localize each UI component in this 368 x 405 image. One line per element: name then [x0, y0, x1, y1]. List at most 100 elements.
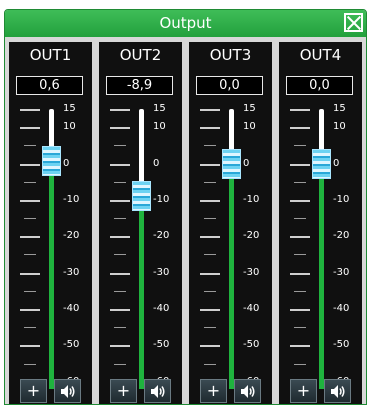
scale-label: 10: [63, 121, 76, 133]
scale-tick: [294, 254, 306, 256]
output-window: Output OUT10,615100-10-20-30-40-50-60+OU…: [4, 9, 367, 405]
scale-tick: [110, 109, 130, 111]
scale-label: -10: [243, 193, 260, 205]
fader-level-fill: [319, 163, 324, 389]
scale-tick: [114, 218, 126, 220]
plus-icon: +: [26, 381, 41, 400]
fader-level-fill: [139, 195, 144, 389]
plus-button[interactable]: +: [200, 379, 227, 403]
scale-tick: [290, 309, 310, 311]
scale-tick: [290, 163, 310, 166]
scale-label: -30: [153, 266, 170, 278]
scale-tick: [24, 218, 36, 220]
gain-value-field[interactable]: 0,0: [286, 76, 353, 95]
scale-tick: [20, 199, 40, 202]
scale-label: -40: [63, 303, 80, 314]
channel-strip-4: OUT40,015100-10-20-30-40-50-60+: [279, 42, 362, 404]
speaker-icon: [151, 385, 165, 398]
scale-label: 15: [333, 103, 346, 114]
scale-tick: [20, 309, 40, 311]
scale-tick: [294, 327, 306, 329]
scale-tick: [200, 236, 220, 239]
scale-tick: [204, 145, 216, 147]
scale-tick: [20, 127, 40, 130]
scale-label: -50: [243, 339, 260, 351]
scale-tick: [294, 290, 306, 292]
scale-label: -30: [243, 266, 260, 278]
scale-tick: [24, 327, 36, 329]
scale-tick: [290, 272, 310, 275]
scale-label: 15: [243, 103, 256, 114]
scale-label: -40: [333, 303, 350, 314]
scale-label: -20: [63, 230, 80, 242]
mute-button[interactable]: [54, 379, 81, 403]
scale-label: 10: [153, 121, 166, 133]
scale-tick: [20, 345, 40, 348]
scale-label: -20: [243, 230, 260, 242]
fader-thumb[interactable]: [42, 146, 61, 177]
scale-tick: [110, 199, 130, 202]
close-icon[interactable]: [344, 13, 363, 32]
fader-thumb[interactable]: [132, 180, 151, 211]
scale-tick: [290, 236, 310, 239]
mute-button[interactable]: [234, 379, 261, 403]
title-bar: Output: [5, 10, 366, 37]
scale-label: -30: [333, 266, 350, 278]
fader-level-fill: [49, 161, 54, 389]
scale-label: 0: [243, 157, 250, 169]
plus-icon: +: [116, 381, 131, 400]
scale-tick: [110, 309, 130, 311]
scale-label: 10: [243, 121, 256, 133]
scale-tick: [204, 254, 216, 256]
scale-tick: [294, 363, 306, 365]
plus-button[interactable]: +: [20, 379, 47, 403]
scale-tick: [294, 181, 306, 183]
scale-label: 15: [153, 103, 166, 114]
scale-tick: [20, 163, 40, 166]
fader-thumb[interactable]: [312, 148, 331, 179]
channel-label: OUT4: [299, 46, 342, 64]
scale-tick: [204, 181, 216, 183]
fader-thumb[interactable]: [222, 148, 241, 179]
scale-tick: [204, 363, 216, 365]
mute-button[interactable]: [144, 379, 171, 403]
scale-tick: [114, 290, 126, 292]
scale-tick: [20, 272, 40, 275]
fader-track[interactable]: [139, 109, 144, 389]
scale-tick: [200, 109, 220, 111]
scale-tick: [200, 163, 220, 166]
scale-tick: [114, 327, 126, 329]
scale-label: 15: [63, 103, 76, 114]
scale-tick: [24, 290, 36, 292]
plus-button[interactable]: +: [110, 379, 137, 403]
mute-button[interactable]: [324, 379, 351, 403]
scale-tick: [200, 127, 220, 130]
scale-tick: [290, 109, 310, 111]
gain-value-field[interactable]: -8,9: [106, 76, 173, 95]
scale-label: -10: [333, 193, 350, 205]
fader-level-fill: [229, 163, 234, 389]
scale-tick: [290, 199, 310, 202]
plus-button[interactable]: +: [290, 379, 317, 403]
scale-tick: [110, 345, 130, 348]
scale-tick: [114, 145, 126, 147]
channel-strip-2: OUT2-8,915100-10-20-30-40-50-60+: [99, 42, 182, 404]
scale-tick: [24, 363, 36, 365]
scale-label: 10: [333, 121, 346, 133]
plus-icon: +: [206, 381, 221, 400]
gain-value-field[interactable]: 0,0: [196, 76, 263, 95]
gain-value-field[interactable]: 0,6: [16, 76, 83, 95]
channel-label: OUT2: [119, 46, 162, 64]
scale-tick: [20, 236, 40, 239]
scale-label: 0: [63, 157, 70, 169]
scale-tick: [204, 327, 216, 329]
scale-label: -20: [153, 230, 170, 242]
window-title: Output: [159, 14, 212, 32]
scale-label: -40: [243, 303, 260, 314]
scale-label: -10: [63, 193, 80, 205]
scale-tick: [20, 109, 40, 111]
channel-label: OUT1: [29, 46, 72, 64]
scale-label: -50: [153, 339, 170, 351]
scale-tick: [114, 181, 126, 183]
scale-label: -30: [63, 266, 80, 278]
